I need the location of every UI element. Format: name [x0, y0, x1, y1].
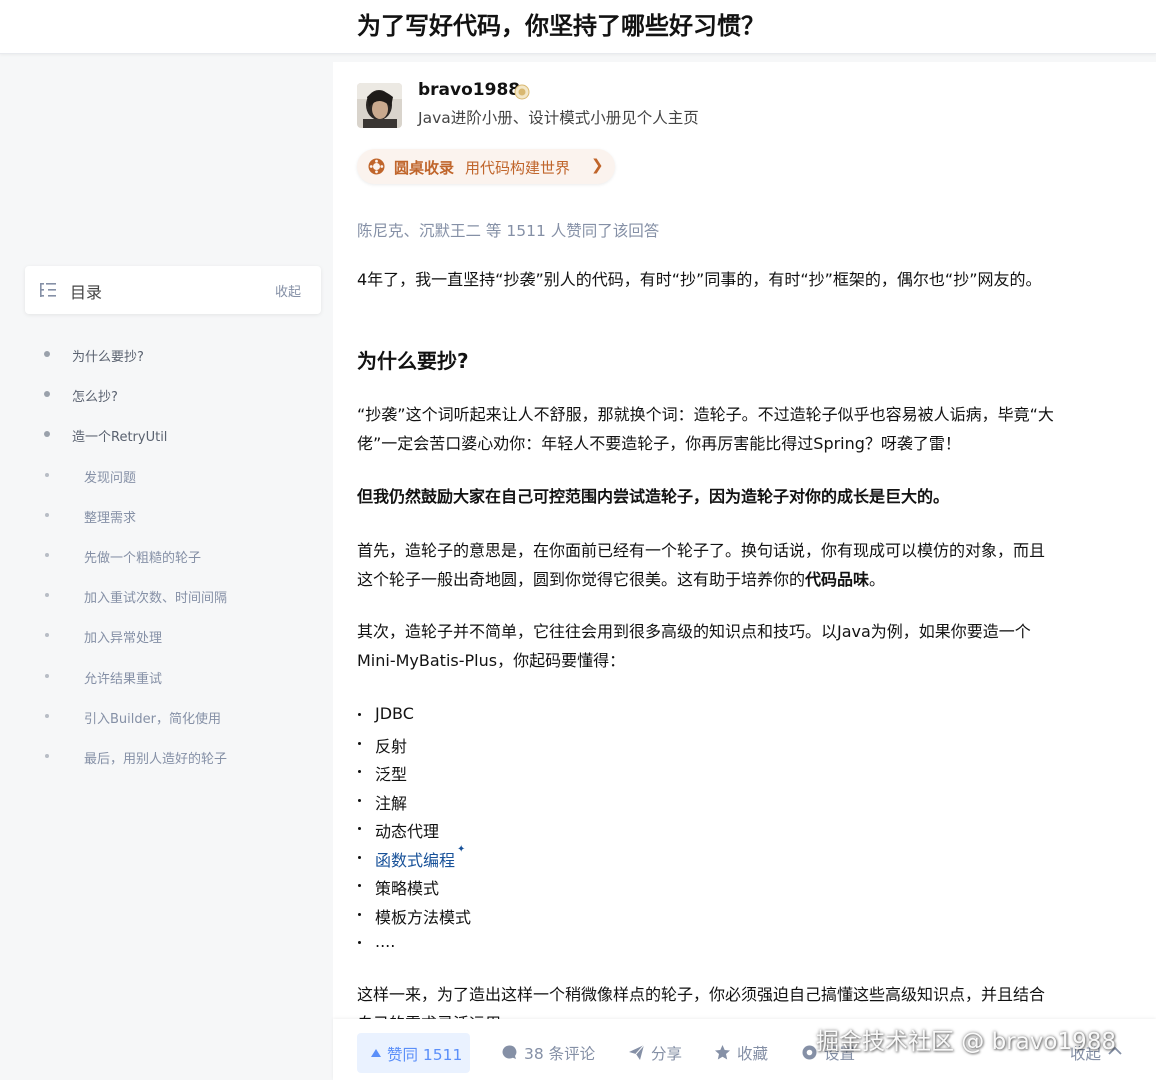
bullet-dot-icon: [44, 391, 50, 398]
roundtable-icon: [368, 158, 385, 175]
list-item: 模板方法模式: [357, 900, 857, 929]
toc-item[interactable]: 最后，用别人造好的轮子: [0, 737, 330, 777]
list-item: 策略模式: [357, 871, 857, 900]
bold-paragraph: 但我仍然鼓励大家在自己可控范围内尝试造轮子，因为造轮子对你的成长是巨大的。: [357, 487, 950, 506]
bullet-dot-icon: [44, 431, 50, 438]
toc-item[interactable]: 加入异常处理: [0, 616, 330, 656]
toc-list-icon: [40, 283, 56, 297]
bullet-dot-icon: [45, 593, 49, 598]
intro-paragraph: 4年了，我一直坚持“抄袭”别人的代码，有时“抄”同事的，有时“抄”框架的，偶尔也…: [357, 270, 1042, 289]
avatar[interactable]: [357, 83, 402, 128]
list-item: ....: [357, 928, 857, 957]
toc-item[interactable]: 引入Builder，简化使用: [0, 697, 330, 737]
vote-up-button[interactable]: 赞同 1511: [357, 1033, 470, 1073]
bullet-list: JDBC 反射 泛型 注解 动态代理 函数式编程 ✦ 策略模式 模板方法模式 ..…: [357, 700, 857, 957]
bullet-dot-icon: [45, 713, 49, 718]
roundtable-collection-button[interactable]: 圆桌收录 用代码构建世界 ❯: [357, 149, 615, 184]
watermark: 掘金技术社区 @ bravo1988: [816, 1029, 1116, 1055]
list-item: JDBC: [357, 700, 857, 729]
page-title[interactable]: 为了写好代码，你坚持了哪些好习惯？: [357, 6, 765, 41]
toc-item[interactable]: 加入重试次数、时间间隔: [0, 576, 330, 616]
comment-icon: [502, 1045, 517, 1059]
paragraph: “抄袭”这个词听起来让人不舒服，那就换个词：造轮子。不过造轮子似乎也容易被人诟病…: [357, 405, 1054, 453]
list-item: 反射: [357, 729, 857, 758]
badge-icon: [514, 84, 530, 100]
list-item: 动态代理: [357, 814, 857, 843]
paragraph: 这样一来，为了造出这样一个稍微像样点的轮子，你必须强迫自己搞懂这些高级知识点，并…: [357, 985, 1046, 1004]
triangle-up-icon: [371, 1049, 381, 1057]
toc-item[interactable]: 发现问题: [0, 456, 330, 496]
toc-list: 为什么要抄? 怎么抄? 造一个RetryUtil 发现问题 整理需求 先做一个粗…: [0, 335, 330, 777]
bullet-dot-icon: [44, 351, 50, 357]
collection-label: 圆桌收录: [394, 159, 455, 177]
paragraph: 其次，造轮子并不简单，它往往会用到很多高级的知识点和技巧。以Java为例，如果你…: [357, 622, 1031, 670]
toc-item[interactable]: 先做一个粗糙的轮子: [0, 536, 330, 576]
list-item-link[interactable]: 函数式编程 ✦: [357, 843, 857, 872]
author-name[interactable]: bravo1988: [418, 80, 520, 100]
toc-collapse-button[interactable]: 收起: [275, 281, 301, 300]
voters-summary[interactable]: 陈尼克、沉默王二 等 1511 人赞同了该回答: [357, 219, 659, 241]
chevron-right-icon: ❯: [591, 156, 604, 174]
bullet-dot-icon: [45, 472, 49, 477]
functional-programming-link[interactable]: 函数式编程: [375, 847, 455, 871]
list-item: 泛型: [357, 757, 857, 786]
toc-item[interactable]: 允许结果重试: [0, 657, 330, 697]
avatar-photo-icon: [357, 83, 402, 128]
toc-item[interactable]: 造一个RetryUtil: [0, 415, 330, 455]
toc-item[interactable]: 怎么抄?: [0, 375, 330, 415]
bullet-dot-icon: [45, 512, 49, 517]
list-item: 注解: [357, 786, 857, 815]
bullet-dot-icon: [45, 673, 49, 678]
collection-name: 用代码构建世界: [465, 159, 571, 177]
toc-item[interactable]: 整理需求: [0, 496, 330, 536]
bullet-dot-icon: [45, 633, 49, 638]
paragraph: 首先，造轮子的意思是，在你面前已经有一个轮子了。换句话说，你有现成可以模仿的对象…: [357, 541, 1046, 589]
paper-plane-icon: [629, 1044, 645, 1060]
bullet-dot-icon: [45, 552, 49, 557]
toc-item[interactable]: 为什么要抄?: [0, 335, 330, 375]
bullet-dot-icon: [45, 753, 49, 758]
author-bio: Java进阶小册、设计模式小册见个人主页: [418, 109, 699, 127]
section-heading: 为什么要抄?: [357, 349, 469, 373]
paragraph-continued: 自己的需求灵活运用: [357, 1010, 501, 1019]
star-icon: [715, 1045, 730, 1060]
toc-header: 目录 收起: [25, 266, 321, 314]
sparkle-icon: ✦: [457, 843, 466, 855]
toc-title: 目录: [70, 283, 103, 302]
top-bar: 为了写好代码，你坚持了哪些好习惯？: [0, 0, 1156, 54]
